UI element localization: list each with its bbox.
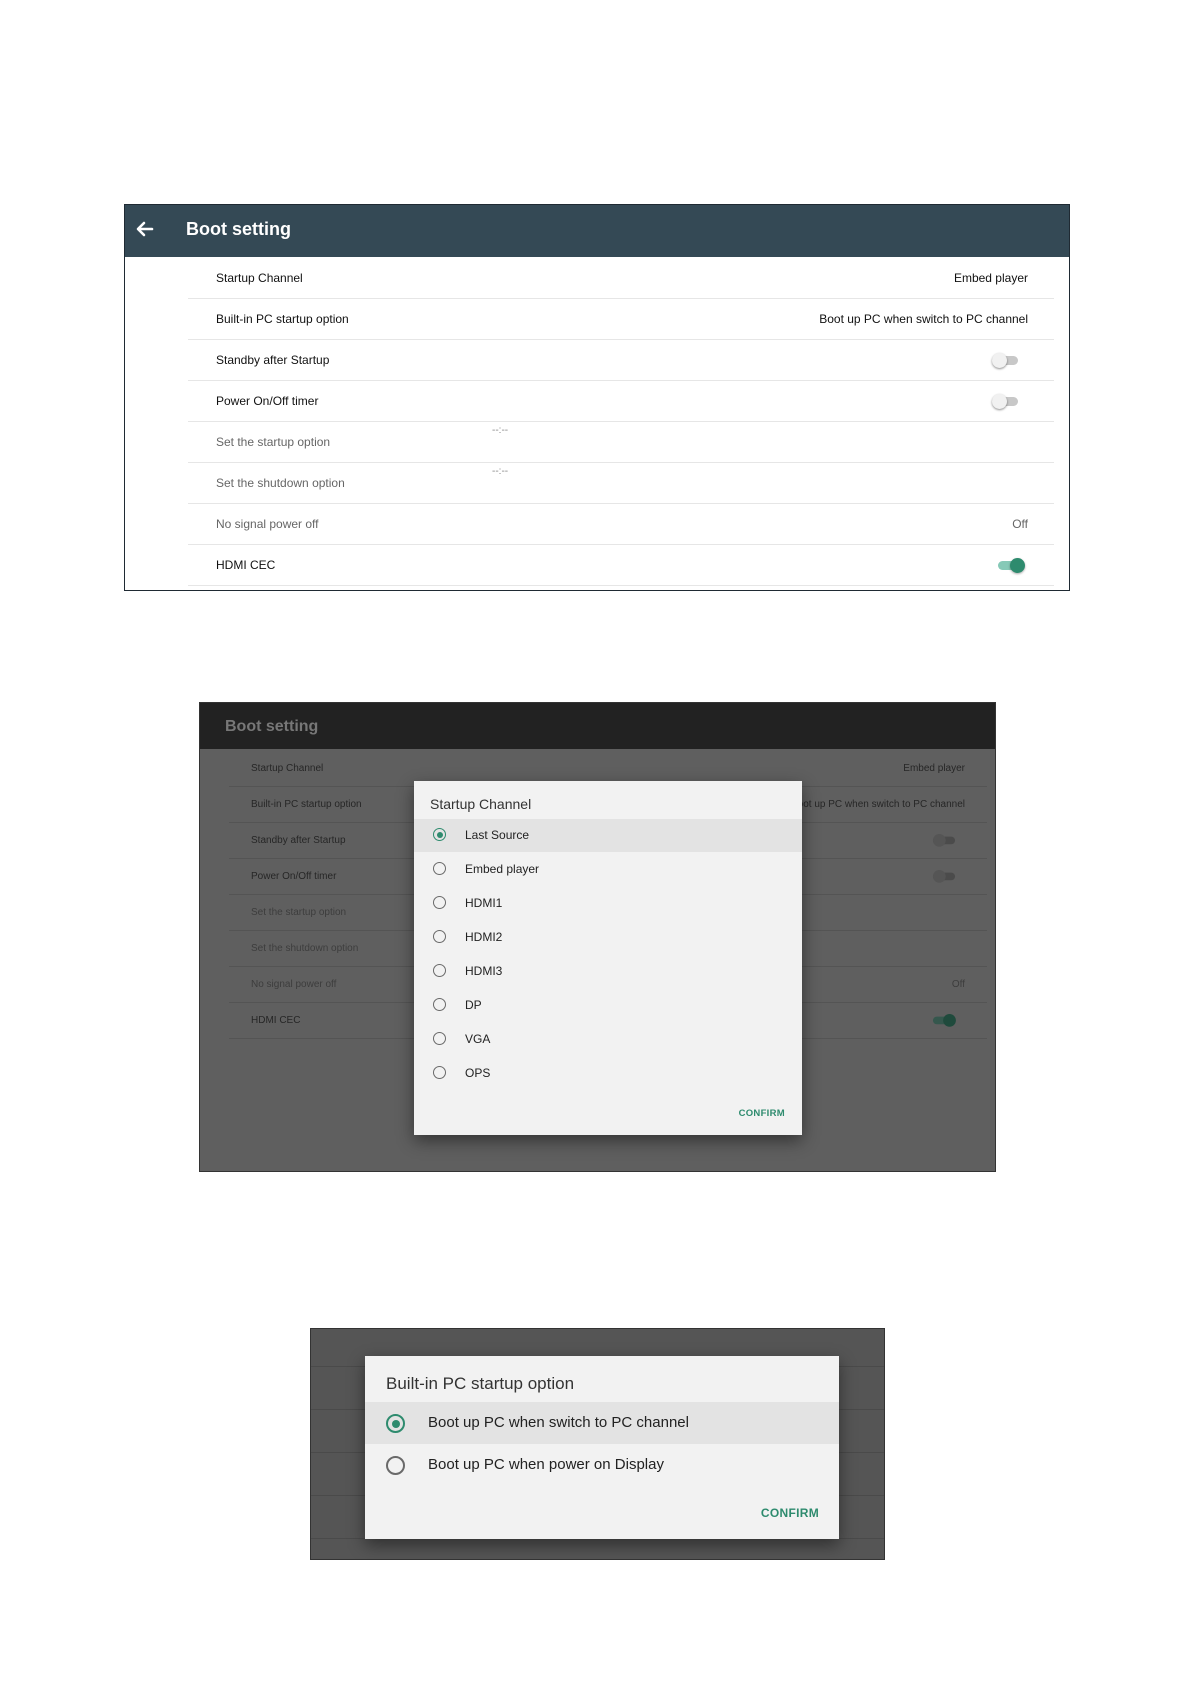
radio-checked-icon[interactable]: [386, 1414, 405, 1433]
standby-toggle[interactable]: [992, 353, 1018, 368]
option-hdmi3[interactable]: HDMI3: [414, 955, 802, 988]
builtin-pc-startup-row[interactable]: Built-in PC startup option Boot up PC wh…: [188, 298, 1054, 340]
option-boot-on-pc-channel[interactable]: Boot up PC when switch to PC channel: [365, 1402, 839, 1444]
no-signal-power-off-row[interactable]: No signal power off Off: [188, 503, 1054, 545]
option-label: HDMI2: [465, 930, 503, 944]
row-value: Off: [1012, 517, 1028, 531]
arrow-left-icon[interactable]: [131, 215, 159, 243]
app-bar: Boot setting: [200, 703, 995, 749]
radio-icon[interactable]: [433, 998, 446, 1011]
row-label: No signal power off: [216, 517, 319, 531]
startup-channel-dialog: Startup Channel Last Source Embed player…: [414, 781, 802, 1135]
option-hdmi1[interactable]: HDMI1: [414, 887, 802, 920]
hdmi-cec-toggle: [932, 1014, 956, 1027]
option-embed-player[interactable]: Embed player: [414, 853, 802, 886]
radio-icon[interactable]: [433, 1032, 446, 1045]
row-label: Set the startup option: [251, 907, 347, 918]
row-label: No signal power off: [251, 979, 337, 990]
option-label: VGA: [465, 1032, 491, 1046]
option-boot-on-power-on[interactable]: Boot up PC when power on Display: [365, 1444, 839, 1486]
option-label: Boot up PC when switch to PC channel: [428, 1414, 689, 1431]
row-label: Set the startup option: [216, 435, 331, 449]
builtin-pc-startup-dialog: Built-in PC startup option Boot up PC wh…: [365, 1356, 839, 1539]
page-title: Boot setting: [186, 219, 291, 239]
power-timer-row: Power On/Off timer: [188, 380, 1054, 422]
option-label: HDMI1: [465, 896, 503, 910]
dialog-title: Startup Channel: [430, 796, 532, 812]
row-value: Embed player: [903, 763, 965, 774]
confirm-button[interactable]: CONFIRM: [761, 1506, 819, 1520]
row-label: HDMI CEC: [216, 558, 276, 572]
row-label: HDMI CEC: [251, 1015, 301, 1026]
option-vga[interactable]: VGA: [414, 1023, 802, 1056]
boot-setting-screen: Boot setting Startup Channel Embed playe…: [124, 204, 1070, 591]
radio-icon[interactable]: [386, 1456, 405, 1475]
confirm-button[interactable]: CONFIRM: [739, 1108, 785, 1119]
page-title: Boot setting: [225, 718, 319, 735]
row-label: Startup Channel: [251, 763, 324, 774]
option-dp[interactable]: DP: [414, 989, 802, 1022]
row-label: Startup Channel: [216, 271, 303, 285]
dialog-title: Built-in PC startup option: [386, 1374, 575, 1393]
row-label: Power On/Off timer: [251, 871, 337, 882]
power-timer-toggle: [932, 870, 956, 883]
shutdown-time: --:--: [492, 466, 509, 477]
power-timer-toggle[interactable]: [992, 394, 1018, 409]
app-bar: Boot setting: [125, 205, 1069, 257]
radio-icon[interactable]: [433, 930, 446, 943]
option-label: Boot up PC when power on Display: [428, 1456, 664, 1473]
row-value: Off: [951, 979, 965, 990]
option-hdmi2[interactable]: HDMI2: [414, 921, 802, 954]
row-label: Built-in PC startup option: [216, 312, 349, 326]
hdmi-cec-row: HDMI CEC: [188, 544, 1054, 586]
option-label: HDMI3: [465, 964, 503, 978]
radio-checked-icon[interactable]: [433, 828, 446, 841]
row-value: Boot up PC when switch to PC channel: [819, 312, 1028, 326]
radio-icon[interactable]: [433, 896, 446, 909]
startup-channel-dialog-screen: Boot setting Startup Channel Embed playe…: [199, 702, 996, 1172]
option-ops[interactable]: OPS: [414, 1057, 802, 1090]
row-label: Set the shutdown option: [216, 476, 345, 490]
row-label: Standby after Startup: [251, 835, 346, 846]
standby-after-startup-row: Standby after Startup: [188, 339, 1054, 381]
startup-channel-row[interactable]: Startup Channel Embed player: [188, 257, 1054, 299]
radio-icon[interactable]: [433, 964, 446, 977]
builtin-pc-startup-dialog-screen: Built-in PC startup option Boot up PC wh…: [310, 1328, 885, 1560]
radio-icon[interactable]: [433, 862, 446, 875]
option-label: Last Source: [465, 828, 530, 842]
shutdown-option-row[interactable]: Set the shutdown option --:--: [188, 462, 1054, 504]
row-label: Power On/Off timer: [216, 394, 319, 408]
option-last-source[interactable]: Last Source: [414, 819, 802, 852]
row-value: Embed player: [953, 271, 1028, 285]
row-label: Set the shutdown option: [251, 943, 359, 954]
row-value: Boot up PC when switch to PC channel: [791, 799, 965, 810]
startup-time: --:--: [492, 425, 509, 436]
option-label: Embed player: [465, 862, 540, 876]
hdmi-cec-toggle[interactable]: [998, 558, 1025, 573]
radio-icon[interactable]: [433, 1066, 446, 1079]
option-label: OPS: [465, 1066, 491, 1080]
option-label: DP: [465, 998, 482, 1012]
row-label: Built-in PC startup option: [251, 799, 362, 810]
row-label: Standby after Startup: [216, 353, 330, 367]
startup-option-row[interactable]: Set the startup option --:--: [188, 421, 1054, 463]
standby-toggle: [932, 834, 956, 847]
